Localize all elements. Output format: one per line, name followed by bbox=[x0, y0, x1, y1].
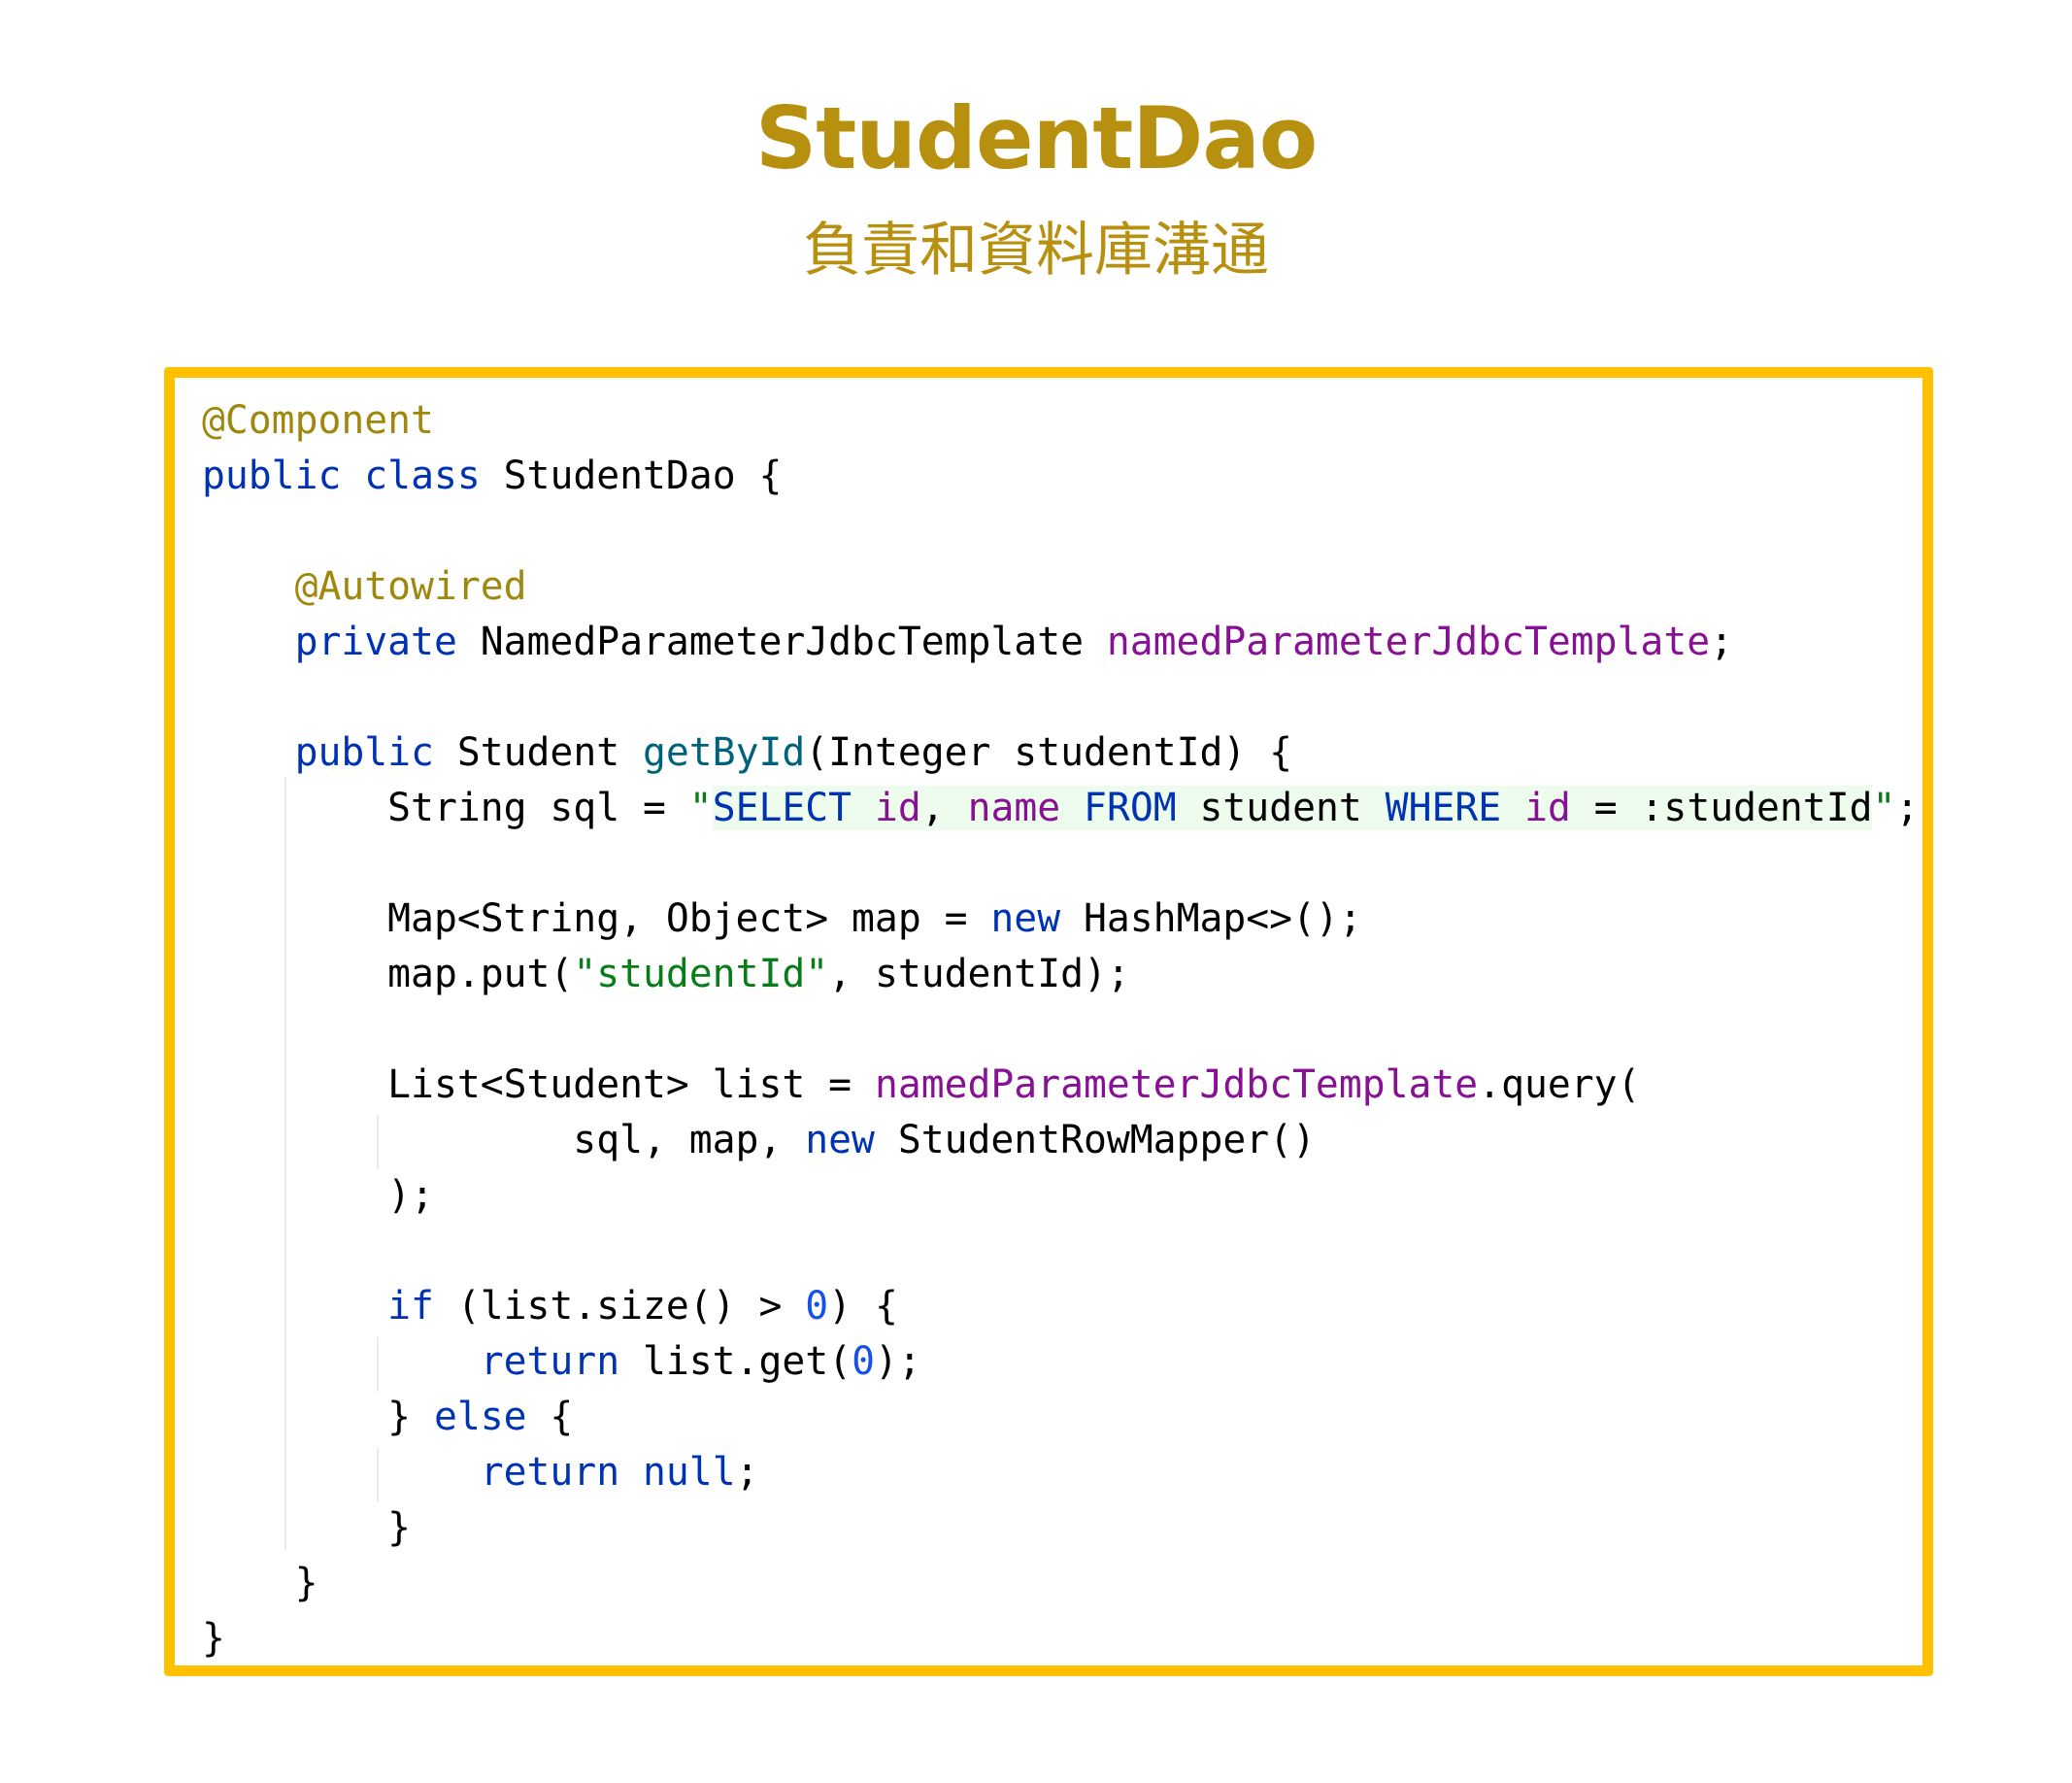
code-line: return list.get(0); bbox=[202, 1334, 1919, 1390]
code-token: { bbox=[526, 1395, 574, 1439]
page-title: StudentDao bbox=[754, 88, 1318, 188]
code-token: } bbox=[202, 1616, 225, 1661]
code-token: ; bbox=[1895, 786, 1920, 830]
code-token: id bbox=[1524, 786, 1571, 830]
code-token bbox=[1501, 786, 1525, 830]
code-token: return bbox=[480, 1450, 620, 1495]
page-subtitle: 負責和資料庫溝通 bbox=[803, 217, 1269, 285]
code-line: List<Student> list = namedParameterJdbcT… bbox=[202, 1058, 1919, 1113]
code-token: SELECT bbox=[712, 786, 852, 830]
code-line: private NamedParameterJdbcTemplate named… bbox=[202, 615, 1919, 670]
code-token: id bbox=[874, 786, 921, 830]
code-token: else bbox=[433, 1395, 527, 1439]
code-line: } bbox=[202, 1500, 1919, 1556]
code-token: (Integer studentId) { bbox=[805, 730, 1293, 775]
code-token bbox=[852, 786, 875, 830]
code-token: namedParameterJdbcTemplate bbox=[874, 1062, 1479, 1107]
code-line: } bbox=[202, 1611, 1919, 1666]
code-line: } bbox=[202, 1556, 1919, 1611]
code-token: list.get( bbox=[619, 1339, 852, 1384]
code-token: "studentId" bbox=[573, 952, 829, 996]
code-token: sql, map, bbox=[202, 1118, 806, 1162]
code-token: .query( bbox=[1478, 1062, 1641, 1107]
code-token: } bbox=[202, 1395, 434, 1439]
code-token: namedParameterJdbcTemplate bbox=[1106, 620, 1711, 664]
code-token: return bbox=[480, 1339, 620, 1384]
code-line: String sql = "SELECT id, name FROM stude… bbox=[202, 781, 1919, 836]
code-token: Student bbox=[433, 730, 643, 775]
code-line: @Autowired bbox=[202, 559, 1919, 615]
code-line: public class StudentDao { bbox=[202, 449, 1919, 504]
code-token: private bbox=[294, 620, 457, 664]
code-line: ); bbox=[202, 1168, 1919, 1224]
code-token: = :studentId bbox=[1570, 786, 1873, 830]
code-line: public Student getById(Integer studentId… bbox=[202, 725, 1919, 781]
code-token: ); bbox=[202, 1173, 434, 1218]
code-line: map.put("studentId", studentId); bbox=[202, 947, 1919, 1002]
code-listing: @Component public class StudentDao { @Aut… bbox=[202, 393, 1919, 1666]
code-token: Map<String, Object> map = bbox=[202, 896, 991, 941]
code-line: Map<String, Object> map = new HashMap<>(… bbox=[202, 892, 1919, 947]
code-token: FROM bbox=[1084, 786, 1177, 830]
code-token: 0 bbox=[805, 1284, 829, 1329]
code-token: } bbox=[202, 1505, 412, 1550]
code-line: } else { bbox=[202, 1390, 1919, 1445]
code-token: , bbox=[920, 786, 968, 830]
code-token: " bbox=[688, 786, 713, 830]
code-token: @Autowired bbox=[294, 564, 527, 609]
code-token: new bbox=[805, 1118, 875, 1162]
code-token: List<Student> list = bbox=[202, 1062, 875, 1107]
code-token: StudentRowMapper() bbox=[874, 1118, 1316, 1162]
code-token: map.put( bbox=[202, 952, 574, 996]
code-token: HashMap<>(); bbox=[1060, 896, 1362, 941]
code-block: @Component public class StudentDao { @Aut… bbox=[164, 367, 1933, 1676]
code-token: NamedParameterJdbcTemplate bbox=[456, 620, 1107, 664]
code-token: class bbox=[364, 454, 481, 498]
code-token: null bbox=[643, 1450, 736, 1495]
code-token: ); bbox=[874, 1339, 921, 1384]
code-token: public bbox=[294, 730, 434, 775]
code-token: String sql = bbox=[202, 786, 689, 830]
code-token: ) { bbox=[828, 1284, 898, 1329]
code-token: (list.size() > bbox=[433, 1284, 806, 1329]
code-line: return null; bbox=[202, 1445, 1919, 1500]
code-token bbox=[1060, 786, 1085, 830]
code-line: @Component bbox=[202, 393, 1919, 449]
code-token: public bbox=[202, 454, 342, 498]
code-token: 0 bbox=[852, 1339, 875, 1384]
code-token: ; bbox=[1710, 620, 1734, 664]
code-token: " bbox=[1872, 786, 1896, 830]
code-token: ; bbox=[735, 1450, 759, 1495]
code-token: name bbox=[967, 786, 1061, 830]
code-token: student bbox=[1176, 786, 1386, 830]
code-token: new bbox=[990, 896, 1061, 941]
code-token: StudentDao { bbox=[480, 454, 783, 498]
code-token: getById bbox=[643, 730, 806, 775]
code-token: } bbox=[202, 1561, 318, 1605]
code-token: WHERE bbox=[1385, 786, 1502, 830]
code-token: @Component bbox=[202, 398, 434, 443]
code-token: if bbox=[387, 1284, 434, 1329]
code-line: sql, map, new StudentRowMapper() bbox=[202, 1113, 1919, 1168]
code-line: if (list.size() > 0) { bbox=[202, 1279, 1919, 1334]
code-token: , studentId); bbox=[828, 952, 1130, 996]
